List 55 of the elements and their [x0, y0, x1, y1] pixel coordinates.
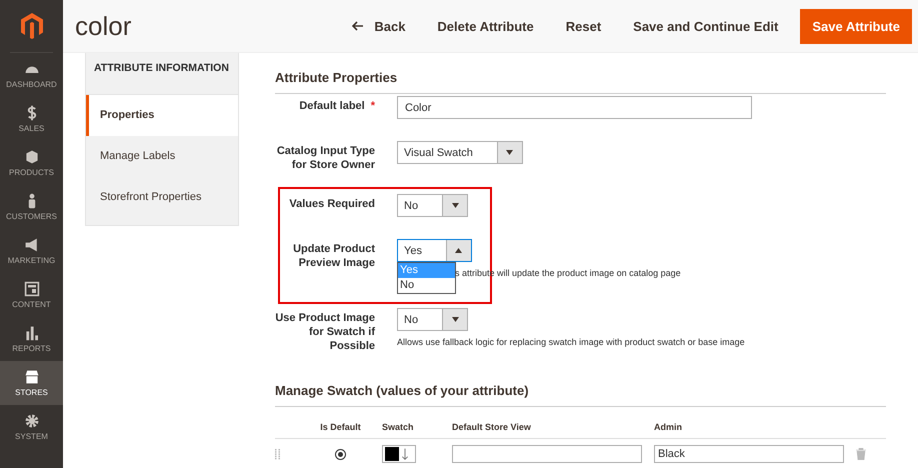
layout-icon — [24, 281, 40, 297]
field-label: Catalog Input Type for Store Owner — [276, 144, 375, 172]
logo-icon[interactable] — [20, 13, 42, 39]
caret-icon — [452, 203, 459, 208]
nav-item[interactable]: SALES — [0, 97, 63, 141]
storefront-icon — [24, 369, 40, 385]
nav-item[interactable]: REPORTS — [0, 317, 63, 361]
admin-field[interactable]: Black — [654, 445, 844, 463]
gear-icon — [24, 413, 40, 429]
store-view-field[interactable] — [452, 445, 642, 463]
save-button[interactable]: Save Attribute — [800, 8, 912, 44]
action-button[interactable]: Delete Attribute — [421, 10, 550, 42]
swatch-picker[interactable] — [382, 445, 416, 463]
field-label: Values Required — [289, 197, 375, 212]
nav-item[interactable]: CUSTOMERS — [0, 185, 63, 229]
nav-item[interactable]: DASHBOARD — [0, 53, 63, 97]
section-title: Attribute Properties — [275, 70, 398, 87]
nav-item[interactable]: CONTENT — [0, 273, 63, 317]
column-header: Is Default — [299, 422, 382, 438]
nav-item[interactable]: MARKETING — [0, 229, 63, 273]
dropdown-option[interactable]: No — [398, 278, 455, 293]
nav-item[interactable]: STORES — [0, 361, 63, 405]
arrow-down-icon — [401, 446, 409, 462]
field-label: Update Product Preview Image — [292, 242, 375, 271]
bar-chart-icon — [24, 325, 40, 341]
page-title: color — [75, 10, 132, 42]
default-radio[interactable] — [335, 448, 346, 460]
field-note: Allows use fallback logic for replacing swatch image with product swatch or base image — [397, 337, 746, 347]
select-field[interactable]: No — [397, 308, 468, 331]
back-button[interactable]: Back — [336, 10, 422, 42]
caret-icon — [452, 317, 459, 322]
field-label: Default label — [299, 99, 365, 114]
nav-item[interactable]: SYSTEM — [0, 405, 63, 449]
nav-item[interactable]: PRODUCTS — [0, 141, 63, 185]
column-header: Default Store View — [452, 422, 654, 438]
section-title: Manage Swatch (values of your attribute) — [275, 383, 530, 400]
megaphone-icon — [24, 237, 40, 253]
caret-icon — [455, 248, 462, 253]
select-field[interactable]: No — [397, 194, 468, 217]
column-header: Swatch — [382, 422, 452, 438]
action-button[interactable]: Save and Continue Edit — [617, 10, 794, 42]
column-header: Admin — [654, 422, 856, 438]
tab[interactable]: Properties — [86, 95, 238, 136]
drag-handle-icon[interactable] — [275, 448, 281, 460]
action-button[interactable]: Reset — [550, 10, 618, 42]
default-label-field[interactable]: Color — [397, 96, 752, 119]
field-label: Use Product Image for Swatch if Possible — [275, 311, 375, 353]
select-field[interactable]: Yes — [397, 239, 472, 262]
box-icon — [24, 149, 40, 165]
arrow-left-icon — [352, 21, 364, 31]
select-field[interactable]: Visual Swatch — [397, 141, 523, 164]
tab[interactable]: Storefront Properties — [86, 177, 238, 218]
tab[interactable]: Manage Labels — [86, 136, 238, 177]
caret-icon — [506, 150, 514, 155]
required-mark: * — [370, 99, 375, 114]
